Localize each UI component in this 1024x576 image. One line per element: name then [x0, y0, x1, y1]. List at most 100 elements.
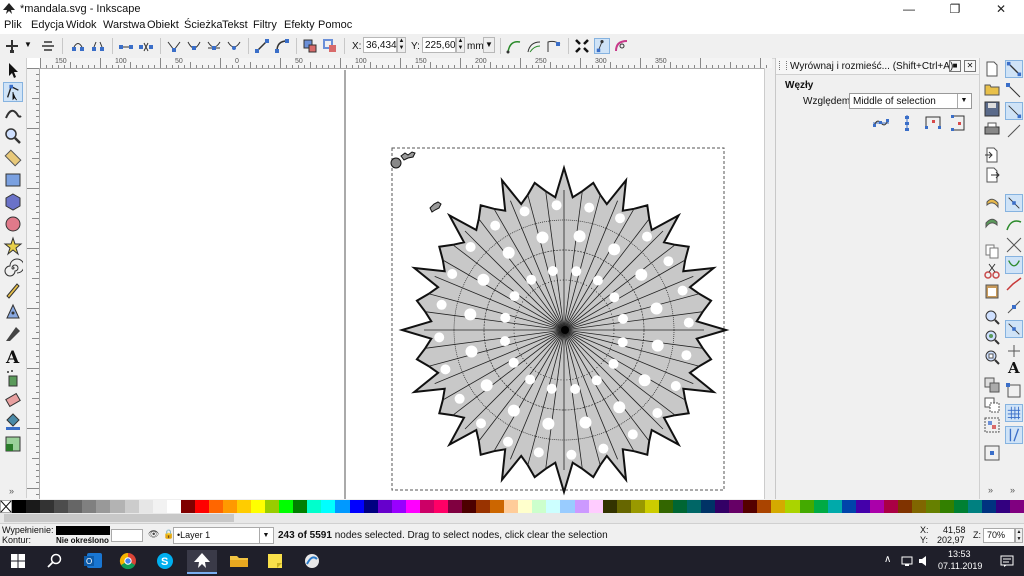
snap-midpoint-icon[interactable]	[1005, 298, 1023, 316]
undo-icon[interactable]	[983, 194, 1001, 212]
color-swatch[interactable]	[757, 500, 772, 513]
color-swatch[interactable]	[504, 500, 519, 513]
more-commands-icon[interactable]: »	[988, 485, 993, 495]
dropdown-arrow-icon[interactable]: ▼	[24, 40, 32, 49]
node-tool-icon[interactable]	[3, 82, 23, 102]
menu-filtry[interactable]: Filtry	[253, 19, 277, 31]
color-swatch[interactable]	[897, 500, 912, 513]
color-swatch[interactable]	[26, 500, 41, 513]
palette-scroll-thumb[interactable]	[4, 514, 234, 522]
save-icon[interactable]	[983, 100, 1001, 118]
color-swatch[interactable]	[110, 500, 125, 513]
redo-icon[interactable]	[983, 214, 1001, 232]
delete-node-icon[interactable]	[40, 38, 56, 54]
color-swatch[interactable]	[658, 500, 673, 513]
color-swatch[interactable]	[630, 500, 645, 513]
zoom-page-icon[interactable]	[983, 348, 1001, 366]
gradient-tool-icon[interactable]	[3, 434, 23, 454]
text-tool-icon[interactable]: A	[3, 346, 23, 366]
node-auto-smooth-icon[interactable]	[226, 38, 242, 54]
export-icon[interactable]	[983, 166, 1001, 184]
color-swatch[interactable]	[743, 500, 758, 513]
dock-close-icon[interactable]: ✕	[964, 60, 976, 72]
color-swatch[interactable]	[405, 500, 420, 513]
node-symmetric-icon[interactable]	[206, 38, 222, 54]
spray-tool-icon[interactable]	[3, 368, 23, 388]
open-file-icon[interactable]	[983, 80, 1001, 98]
dock-iconify-icon[interactable]: ■	[949, 60, 961, 72]
node-snap-icon[interactable]	[983, 444, 1001, 462]
color-swatch[interactable]	[433, 500, 448, 513]
color-swatch[interactable]	[968, 500, 983, 513]
dock-title[interactable]: Wyrównaj i rozmieść... (Shift+Ctrl+A)	[790, 61, 953, 72]
more-tools-icon[interactable]: »	[9, 486, 14, 496]
color-swatch[interactable]	[518, 500, 533, 513]
object-to-path-icon[interactable]	[302, 38, 318, 54]
drawing[interactable]	[27, 58, 772, 499]
stroke-value[interactable]: Nie określono	[56, 536, 109, 545]
zoom-selection-icon[interactable]	[983, 308, 1001, 326]
star-tool-icon[interactable]	[3, 236, 23, 256]
zoom-tool-icon[interactable]	[3, 126, 23, 146]
color-swatch[interactable]	[588, 500, 603, 513]
windows-start-icon[interactable]	[11, 554, 25, 568]
tweak-tool-icon[interactable]	[3, 104, 23, 124]
snap-bbox-corner-icon[interactable]	[1005, 122, 1023, 140]
notifications-icon[interactable]	[1000, 554, 1014, 568]
color-swatch[interactable]	[532, 500, 547, 513]
join-nodes-icon[interactable]	[70, 38, 86, 54]
import-icon[interactable]	[983, 146, 1001, 164]
color-swatch[interactable]	[644, 500, 659, 513]
color-swatch[interactable]	[237, 500, 252, 513]
zoom-spin-arrows[interactable]: ▲ ▼	[1015, 528, 1023, 543]
more-snap-icon[interactable]: »	[1010, 485, 1015, 495]
relative-to-select[interactable]: Middle of selection ▼	[849, 93, 972, 109]
stroke-to-path-icon[interactable]	[322, 38, 338, 54]
color-swatch[interactable]	[391, 500, 406, 513]
color-swatch[interactable]	[82, 500, 97, 513]
vertical-scrollbar[interactable]	[764, 68, 773, 499]
menu-sciezka[interactable]: Ścieżka	[184, 19, 223, 31]
color-swatch[interactable]	[954, 500, 969, 513]
show-transform-handles-icon[interactable]	[574, 38, 590, 54]
color-swatch[interactable]	[208, 500, 223, 513]
color-swatch[interactable]	[54, 500, 69, 513]
color-swatch[interactable]	[40, 500, 55, 513]
volume-icon[interactable]	[918, 555, 930, 567]
color-swatch[interactable]	[166, 500, 181, 513]
palette-scrollbar[interactable]	[0, 513, 1024, 523]
search-icon[interactable]	[47, 553, 63, 569]
maximize-button[interactable]: ❐	[932, 0, 978, 18]
show-handles-icon[interactable]	[594, 38, 610, 54]
3d-box-tool-icon[interactable]	[3, 192, 23, 212]
no-color-swatch[interactable]	[0, 500, 12, 513]
align-nodes-vertical-icon[interactable]	[898, 114, 916, 132]
visibility-eye-icon[interactable]: 👁	[148, 529, 159, 540]
snap-toggle-icon[interactable]	[1005, 60, 1023, 78]
copy-icon[interactable]	[983, 242, 1001, 260]
snap-object-center-icon[interactable]	[1005, 320, 1023, 338]
color-swatch[interactable]	[419, 500, 434, 513]
color-swatch[interactable]	[194, 500, 209, 513]
node-cusp-icon[interactable]	[166, 38, 182, 54]
color-swatch[interactable]	[335, 500, 350, 513]
menu-pomoc[interactable]: Pomoc	[318, 19, 352, 31]
next-path-effect-icon[interactable]	[506, 38, 522, 54]
menu-edycja[interactable]: Edycja	[31, 19, 64, 31]
distribute-nodes-vertical-icon[interactable]	[950, 114, 968, 132]
snap-smooth-icon[interactable]	[1005, 276, 1023, 294]
color-swatch[interactable]	[138, 500, 153, 513]
opacity-spin[interactable]	[111, 529, 143, 542]
color-swatch[interactable]	[447, 500, 462, 513]
node-smooth-icon[interactable]	[186, 38, 202, 54]
mask-icon[interactable]	[546, 38, 562, 54]
calligraphy-tool-icon[interactable]	[3, 324, 23, 344]
color-swatch[interactable]	[912, 500, 927, 513]
delete-segment-icon[interactable]	[138, 38, 154, 54]
color-swatch[interactable]	[785, 500, 800, 513]
eraser-tool-icon[interactable]	[3, 390, 23, 410]
color-swatch[interactable]	[616, 500, 631, 513]
color-swatch[interactable]	[152, 500, 167, 513]
menu-warstwa[interactable]: Warstwa	[103, 19, 145, 31]
segment-line-icon[interactable]	[254, 38, 270, 54]
